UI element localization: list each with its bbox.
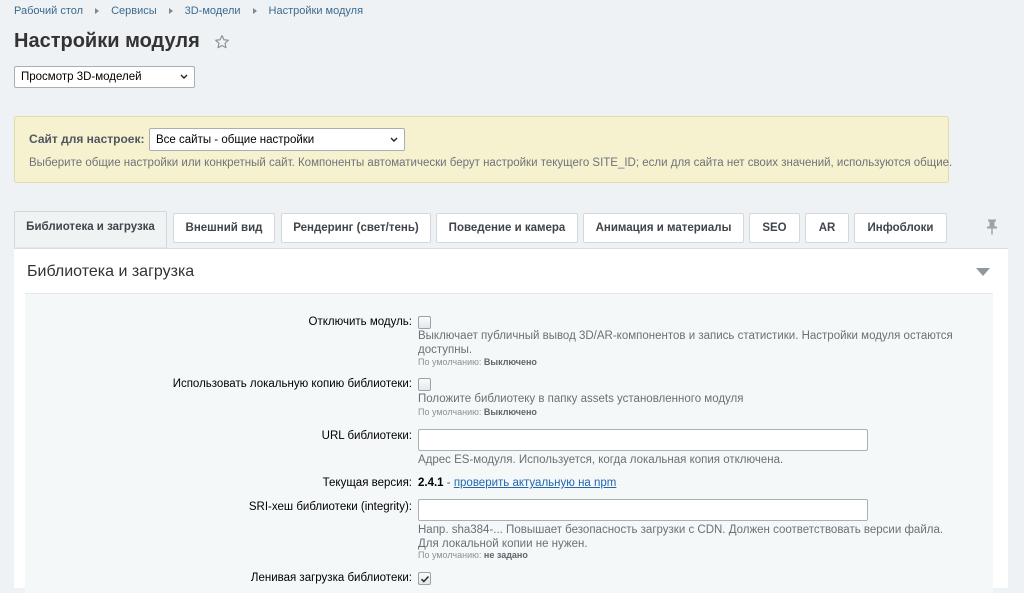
- breadcrumb-separator-icon: [168, 8, 173, 14]
- default-value: Выключено: [483, 357, 537, 367]
- default-value: не задано: [483, 550, 528, 560]
- site-select[interactable]: Все сайты - общие настройки: [149, 128, 405, 151]
- disable-module-default: По умолчанию: Выключено: [418, 357, 537, 367]
- section-body: Отключить модуль: Выключает публичный вы…: [25, 293, 993, 593]
- module-select[interactable]: Просмотр 3D-моделей: [14, 66, 195, 88]
- default-label: По умолчанию:: [418, 407, 482, 417]
- collapse-triangle-icon[interactable]: [976, 268, 990, 276]
- chevron-down-icon: [180, 74, 188, 79]
- breadcrumb-item[interactable]: 3D-модели: [185, 5, 241, 17]
- sri-hash-label: SRI-хеш библиотеки (integrity):: [248, 501, 412, 513]
- site-select-value: Все сайты - общие настройки: [156, 133, 315, 146]
- local-copy-label: Использовать локальную копию библиотеки:: [172, 378, 412, 390]
- current-version-label: Текущая версия:: [322, 477, 412, 489]
- local-copy-desc: Положите библиотеку в папку assets устан…: [418, 393, 744, 405]
- sri-hash-desc: Напр. sha384-... Повышает безопасность з…: [418, 524, 944, 550]
- library-url-desc: Адрес ES-модуля. Используется, когда лок…: [418, 454, 784, 466]
- chevron-down-icon: [390, 137, 398, 142]
- sri-hash-default: По умолчанию: не задано: [418, 550, 528, 560]
- version-separator: -: [443, 477, 454, 489]
- tab-behavior[interactable]: Поведение и камера: [436, 213, 578, 243]
- pin-icon[interactable]: [986, 219, 998, 235]
- tab-appearance[interactable]: Внешний вид: [173, 213, 275, 243]
- site-hint: Выберите общие настройки или конкретный …: [29, 157, 953, 169]
- disable-module-desc: Выключает публичный вывод 3D/AR-компонен…: [418, 330, 953, 356]
- sri-hash-input[interactable]: [418, 499, 868, 521]
- current-version: 2.4.1 - проверить актуальную на npm: [418, 477, 616, 489]
- disable-module-checkbox[interactable]: [418, 316, 431, 329]
- site-label: Сайт для настроек:: [29, 132, 145, 146]
- breadcrumb-item[interactable]: Настройки модуля: [269, 5, 363, 17]
- tab-rendering[interactable]: Рендеринг (свет/тень): [281, 213, 431, 243]
- tab-library[interactable]: Библиотека и загрузка: [14, 211, 167, 249]
- library-url-input[interactable]: [418, 429, 868, 451]
- default-value: Выключено: [483, 407, 537, 417]
- default-label: По умолчанию:: [418, 550, 482, 560]
- tab-seo[interactable]: SEO: [749, 213, 800, 243]
- tab-iblocks[interactable]: Инфоблоки: [854, 213, 947, 243]
- local-copy-default: По умолчанию: Выключено: [418, 407, 537, 417]
- check-npm-link[interactable]: проверить актуальную на npm: [454, 477, 617, 489]
- tab-animation[interactable]: Анимация и материалы: [583, 213, 744, 243]
- breadcrumb-item[interactable]: Сервисы: [111, 5, 157, 17]
- tab-panel: Библиотека и загрузка Отключить модуль: …: [14, 248, 1008, 593]
- local-copy-checkbox[interactable]: [418, 378, 431, 391]
- module-select-value: Просмотр 3D-моделей: [21, 71, 142, 83]
- section-title: Библиотека и загрузка: [27, 263, 195, 280]
- disable-module-label: Отключить модуль:: [308, 316, 412, 328]
- library-url-label: URL библиотеки:: [321, 430, 412, 442]
- breadcrumb-separator-icon: [95, 8, 100, 14]
- tab-bar: Библиотека и загрузка Внешний вид Рендер…: [14, 211, 1008, 249]
- default-label: По умолчанию:: [418, 357, 482, 367]
- breadcrumb-item[interactable]: Рабочий стол: [14, 5, 83, 17]
- site-settings-box: Сайт для настроек: Все сайты - общие нас…: [14, 116, 953, 183]
- page-title: Настройки модуля: [14, 30, 230, 53]
- current-version-value: 2.4.1: [418, 477, 444, 489]
- lazy-load-label: Ленивая загрузка библиотеки:: [250, 572, 412, 584]
- star-icon[interactable]: [214, 34, 230, 50]
- breadcrumb: Рабочий стол Сервисы 3D-модели Настройки…: [14, 5, 363, 17]
- breadcrumb-separator-icon: [252, 8, 257, 14]
- page-title-text: Настройки модуля: [14, 30, 200, 52]
- tab-ar[interactable]: AR: [805, 213, 849, 243]
